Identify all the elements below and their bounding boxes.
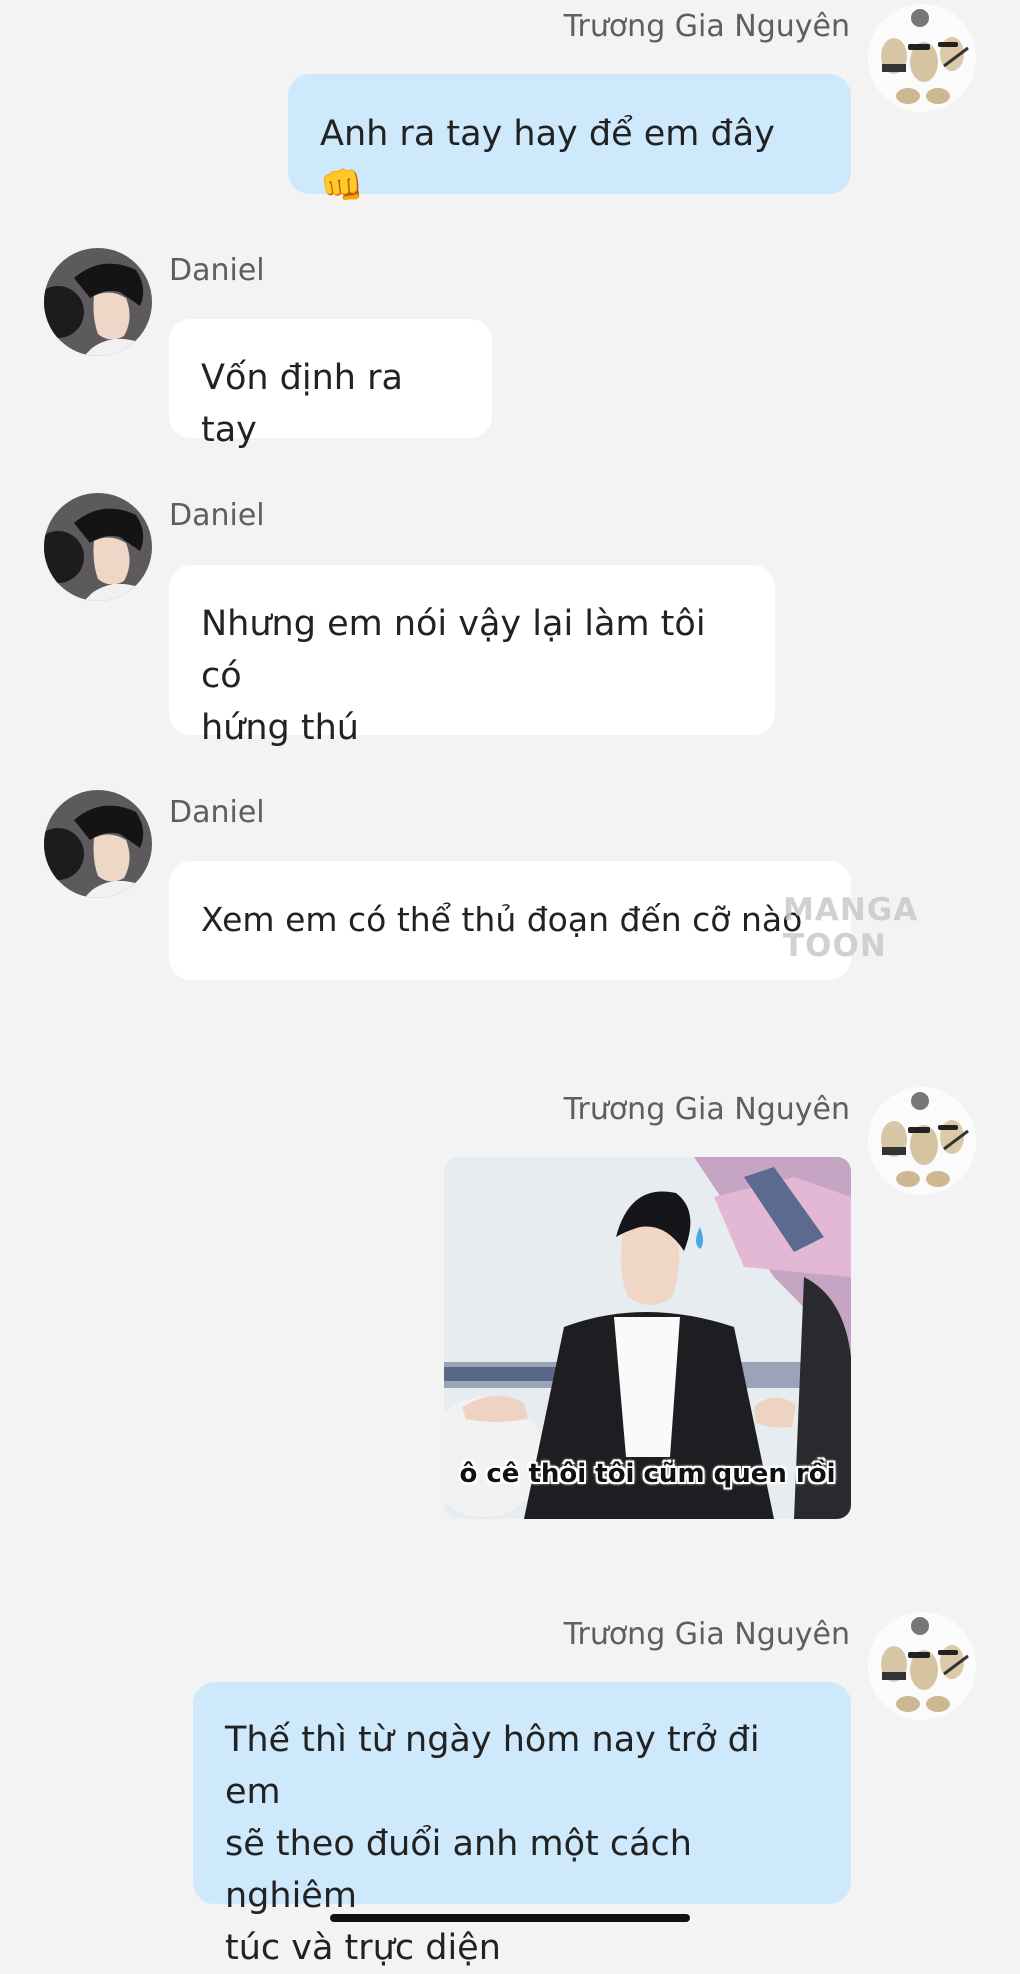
message-bubble-user: Anh ra tay hay để em đây 👊 <box>288 74 851 206</box>
message-text: Xem em có thể thủ đoạn đến cỡ nào <box>201 900 803 939</box>
daniel-avatar[interactable] <box>44 790 152 898</box>
message-text-line: hứng thú <box>201 708 359 748</box>
user-avatar[interactable] <box>868 1612 976 1720</box>
message-text-line: Thế thì từ ngày hôm nay trở đi em <box>225 1720 760 1812</box>
message-text: Vốn định ra tay <box>201 358 403 450</box>
message-bubble-user: Thế thì từ ngày hôm nay trở đi em sẽ the… <box>193 1682 851 1968</box>
home-indicator <box>330 1914 690 1922</box>
message-text-line: Nhưng em nói vậy lại làm tôi có <box>201 604 706 696</box>
user-avatar[interactable] <box>868 1087 976 1195</box>
message-text-line: sẽ theo đuổi anh một cách nghiêm <box>225 1824 692 1916</box>
daniel-avatar[interactable] <box>44 248 152 356</box>
message-bubble-other: Xem em có thể thủ đoạn đến cỡ nào <box>169 861 851 980</box>
message-bubble-other: Nhưng em nói vậy lại làm tôi có hứng thú <box>169 565 775 748</box>
image-caption: ô cê thôi tôi cũm quen rồi <box>459 1459 836 1489</box>
sender-name: Daniel <box>169 795 265 830</box>
message-text: Anh ra tay hay để em đây 👊 <box>320 114 775 206</box>
image-message[interactable]: ô cê thôi tôi cũm quen rồi <box>444 1157 851 1519</box>
sender-name: Trương Gia Nguyên <box>563 9 850 44</box>
user-avatar[interactable] <box>868 4 976 112</box>
watermark-logo: MANGA TOON <box>783 892 919 964</box>
sender-name: Daniel <box>169 253 265 288</box>
sender-name: Trương Gia Nguyên <box>563 1617 850 1652</box>
daniel-avatar[interactable] <box>44 493 152 601</box>
message-bubble-other: Vốn định ra tay <box>169 319 492 450</box>
message-text-line: túc và trực diện <box>225 1928 501 1968</box>
sender-name: Trương Gia Nguyên <box>563 1092 850 1127</box>
sender-name: Daniel <box>169 498 265 533</box>
